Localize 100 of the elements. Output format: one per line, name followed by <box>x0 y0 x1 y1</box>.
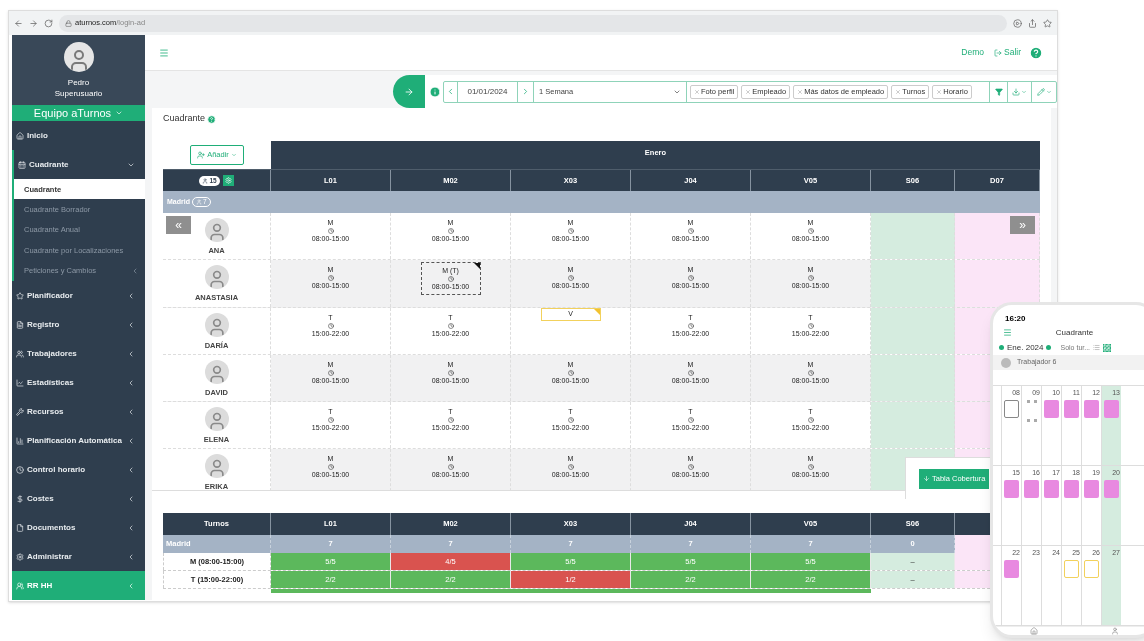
calendar-icon <box>18 160 26 169</box>
settings-icon <box>224 177 232 184</box>
clock-icon <box>687 275 694 282</box>
clock-icon <box>567 275 574 282</box>
go-button[interactable] <box>393 75 425 108</box>
chevron-icon <box>127 349 135 358</box>
user-icon[interactable] <box>1110 627 1119 635</box>
clock-icon <box>327 464 334 471</box>
remove-icon <box>797 88 804 95</box>
lock-icon <box>65 19 72 27</box>
menu-icon[interactable] <box>159 47 169 58</box>
clock-icon <box>807 228 814 234</box>
chevron-icon <box>127 523 135 532</box>
remove-icon <box>936 88 943 95</box>
caret-icon <box>1021 88 1027 95</box>
filter-icon <box>994 87 1003 96</box>
arrow-down-icon <box>923 475 930 482</box>
nav-item[interactable]: Trabajadores <box>12 339 145 368</box>
nav-item[interactable]: Registro <box>12 310 145 339</box>
download-icon <box>1012 87 1020 96</box>
list-icon[interactable] <box>1093 344 1101 352</box>
person-icon <box>195 199 202 205</box>
bookmark-icon[interactable] <box>1043 18 1052 28</box>
avatar <box>204 454 229 479</box>
page-title: Cuadrante <box>163 112 206 126</box>
line-chart-icon <box>16 378 24 387</box>
arrow-icon <box>404 86 414 97</box>
avatar <box>63 42 94 72</box>
clock-icon <box>687 464 694 471</box>
clock-icon <box>807 275 814 282</box>
avatar <box>204 218 229 242</box>
nav-item[interactable]: Administrar <box>12 542 145 571</box>
month-label: Ene. 2024 <box>1007 341 1044 354</box>
nav-item[interactable]: Costes <box>12 484 145 513</box>
back-icon[interactable] <box>14 18 23 28</box>
screen-title: Cuadrante <box>1054 326 1095 339</box>
clock-icon <box>687 228 694 234</box>
help-icon[interactable] <box>207 114 217 124</box>
clock-icon <box>447 275 454 282</box>
status-time: 16:20 <box>1005 313 1026 325</box>
caret-icon <box>230 152 237 158</box>
remove-icon <box>745 88 752 95</box>
nav-item[interactable]: Planificador <box>12 281 145 310</box>
chevron-icon <box>127 407 135 416</box>
house-icon[interactable] <box>1029 627 1038 635</box>
clock-icon <box>447 417 454 424</box>
reload-icon[interactable] <box>44 18 53 28</box>
clock-icon <box>687 369 694 376</box>
nav-item[interactable]: Estadísticas <box>12 368 145 397</box>
help-icon[interactable] <box>1029 45 1043 60</box>
people-icon <box>16 349 24 358</box>
nav-item[interactable]: Recursos <box>12 397 145 426</box>
chevron-right-icon <box>521 87 530 96</box>
chevron-icon <box>127 320 135 329</box>
extension-icon[interactable] <box>1013 18 1022 28</box>
clock-icon <box>567 369 574 376</box>
clock-icon <box>807 464 814 471</box>
house-icon <box>16 131 24 140</box>
forward-icon[interactable] <box>29 18 38 28</box>
chevron-icon <box>127 291 135 300</box>
pencil-icon <box>1036 87 1045 96</box>
avatar <box>204 407 229 432</box>
chevron-left-icon <box>446 87 455 96</box>
share-icon[interactable] <box>1028 18 1037 28</box>
settings-button[interactable] <box>222 175 234 186</box>
nav-item[interactable]: Documentos <box>12 513 145 542</box>
avatar <box>204 312 229 337</box>
chevron-icon <box>127 494 135 503</box>
menu-icon[interactable] <box>1003 328 1012 338</box>
document-icon <box>16 320 24 329</box>
date-field[interactable]: 01/01/2024 <box>458 81 518 102</box>
nav-item[interactable]: Cuadrante <box>14 150 145 180</box>
clock-icon <box>567 228 574 234</box>
clock-icon <box>447 228 454 234</box>
clock-icon <box>327 275 334 282</box>
clock-icon <box>687 417 694 424</box>
grid-icon[interactable] <box>1103 343 1112 352</box>
clock-icon <box>807 369 814 376</box>
clock-icon <box>567 464 574 471</box>
clock-icon <box>807 322 814 329</box>
user-role: Superusuario <box>54 88 103 100</box>
people-icon <box>16 581 24 590</box>
clock-icon <box>16 465 24 474</box>
nav-item[interactable]: Control horario <box>12 455 145 484</box>
avatar <box>204 359 229 384</box>
clock-icon <box>447 369 454 376</box>
clock-icon <box>807 417 814 424</box>
file-icon <box>16 523 24 532</box>
corner-mark <box>593 308 600 315</box>
nav-item[interactable]: Planificación Automática <box>12 426 145 455</box>
dollar-icon <box>16 494 24 503</box>
chevron-icon <box>127 581 135 590</box>
clock-icon <box>567 417 574 424</box>
chevron-icon <box>131 266 139 275</box>
clock-icon <box>327 369 334 376</box>
add-user-icon <box>197 151 206 159</box>
caret-icon <box>1045 88 1052 95</box>
clock-icon <box>687 322 694 329</box>
avatar <box>204 265 229 290</box>
nav-item[interactable]: Inicio <box>12 121 145 151</box>
